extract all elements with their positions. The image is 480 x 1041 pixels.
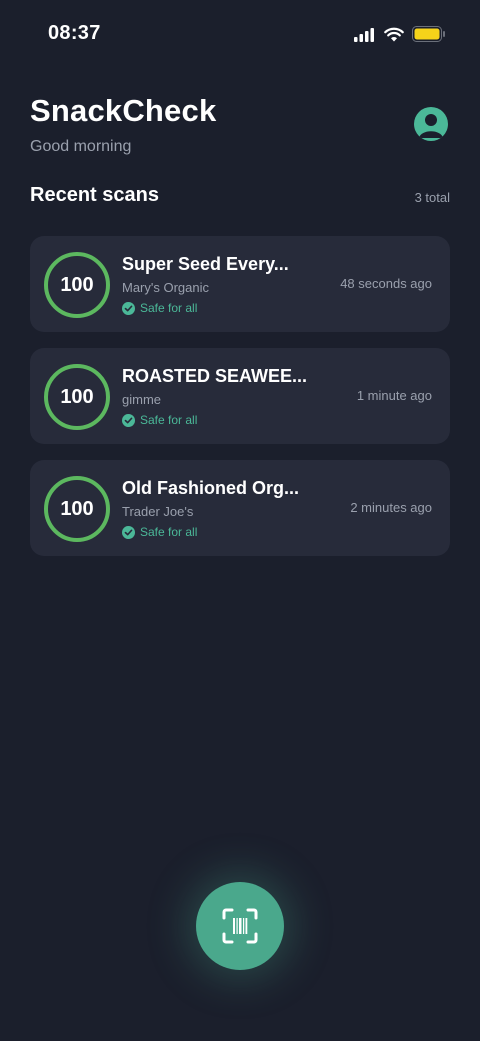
brand-name: gimme — [122, 392, 162, 407]
status-icons — [354, 26, 446, 42]
score-value: 100 — [60, 497, 94, 520]
barcode-scan-icon — [222, 908, 258, 944]
safety-status: Safe for all — [122, 525, 322, 539]
cellular-signal-icon — [354, 27, 374, 42]
scan-card[interactable]: 100 Old Fashioned Org... Trader Joe's Sa… — [30, 460, 450, 556]
card-info: ROASTED SEAWEE... gimme Safe for all — [122, 365, 322, 427]
safety-status: Safe for all — [122, 301, 322, 315]
card-info: Old Fashioned Org... Trader Joe's Safe f… — [122, 477, 322, 539]
user-avatar-icon — [419, 114, 443, 138]
safety-status: Safe for all — [122, 413, 322, 427]
wifi-icon — [384, 27, 404, 41]
header: SnackCheck Good morning — [30, 92, 216, 156]
scan-card[interactable]: 100 ROASTED SEAWEE... gimme Safe for all… — [30, 348, 450, 444]
scan-time: 2 minutes ago — [350, 500, 432, 515]
safety-status-label: Safe for all — [140, 301, 198, 315]
status-bar: 08:37 — [0, 0, 480, 70]
profile-avatar-button[interactable] — [414, 107, 448, 141]
status-time: 08:37 — [48, 22, 101, 44]
product-name: Old Fashioned Org... — [122, 478, 300, 498]
scan-barcode-button[interactable] — [196, 882, 284, 970]
score-ring: 100 — [44, 252, 110, 318]
score-value: 100 — [60, 273, 94, 296]
brand-name: Mary's Organic — [122, 280, 210, 295]
card-info: Super Seed Every... Mary's Organic Safe … — [122, 253, 322, 315]
safety-status-label: Safe for all — [140, 525, 198, 539]
battery-icon — [412, 26, 445, 42]
scan-card[interactable]: 100 Super Seed Every... Mary's Organic S… — [30, 236, 450, 332]
product-name: ROASTED SEAWEE... — [122, 366, 308, 386]
product-name: Super Seed Every... — [122, 254, 289, 274]
recent-scans-header: Recent scans 3 total — [30, 184, 450, 214]
score-ring: 100 — [44, 364, 110, 430]
greeting-text: Good morning — [30, 138, 132, 155]
check-circle-icon — [122, 525, 135, 539]
check-circle-icon — [122, 413, 135, 427]
score-value: 100 — [60, 385, 94, 408]
scan-time: 48 seconds ago — [340, 276, 432, 291]
check-circle-icon — [122, 301, 135, 315]
section-title: Recent scans — [30, 184, 159, 206]
scan-list: 100 Super Seed Every... Mary's Organic S… — [30, 236, 450, 572]
score-ring: 100 — [44, 476, 110, 542]
scan-count: 3 total — [414, 190, 450, 205]
safety-status-label: Safe for all — [140, 413, 198, 427]
app-title: SnackCheck — [30, 93, 217, 128]
scan-time: 1 minute ago — [356, 388, 432, 403]
brand-name: Trader Joe's — [122, 504, 194, 519]
